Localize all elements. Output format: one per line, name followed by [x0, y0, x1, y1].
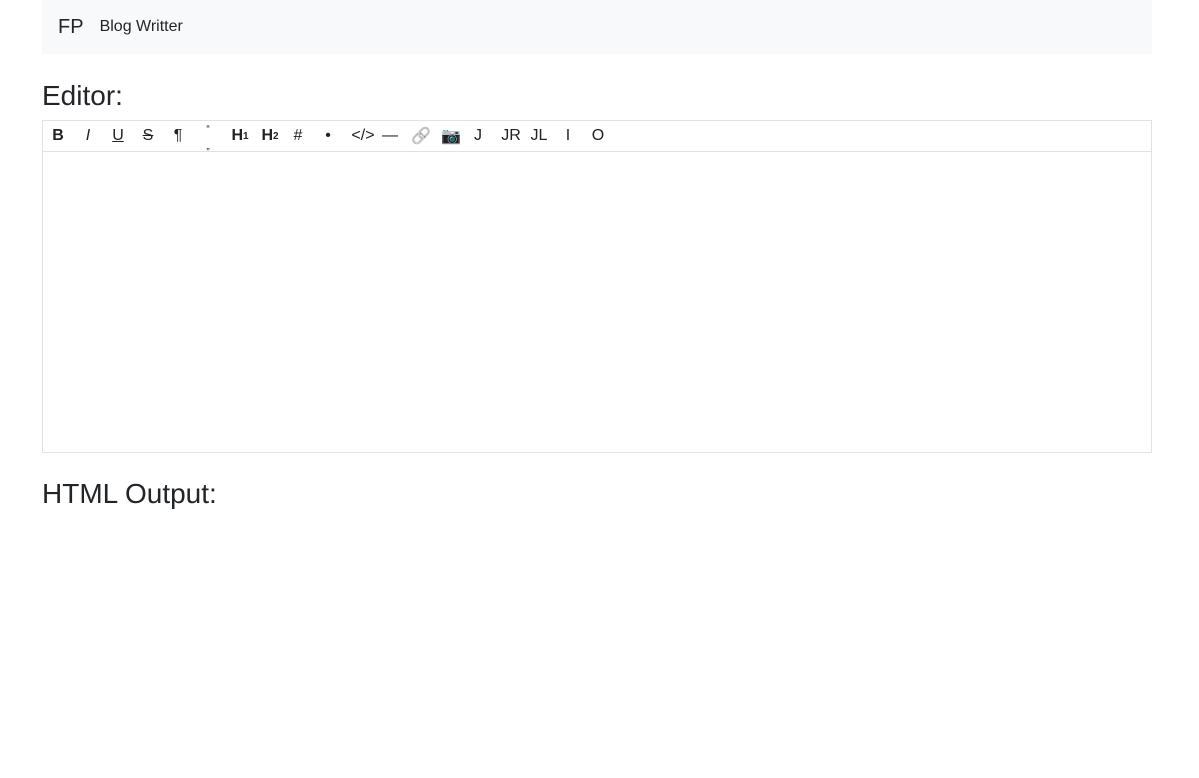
- editor-content-area[interactable]: [43, 152, 1151, 452]
- editor-heading: Editor:: [42, 80, 123, 111]
- quote-button[interactable]: “ ”: [193, 121, 223, 161]
- ordered-list-button[interactable]: #: [283, 121, 313, 151]
- bold-button[interactable]: B: [43, 121, 73, 151]
- horizontal-rule-button[interactable]: —: [375, 121, 405, 151]
- paragraph-button[interactable]: ¶: [163, 121, 193, 151]
- link-button[interactable]: 🔗: [406, 121, 436, 151]
- rich-text-editor: B I U S ¶ “ ” H1 H2 # • </> — 🔗 📷 J JR J…: [42, 120, 1152, 453]
- editor-toolbar: B I U S ¶ “ ” H1 H2 # • </> — 🔗 📷 J JR J…: [43, 121, 1151, 158]
- justify-right-button[interactable]: JR: [496, 121, 526, 151]
- heading1-sub: 1: [243, 130, 249, 142]
- heading2-label: H: [261, 127, 273, 144]
- brand-logo[interactable]: FP: [58, 16, 84, 39]
- top-navbar: FP Blog Writter: [42, 0, 1152, 54]
- camera-icon: 📷: [441, 128, 461, 145]
- heading1-label: H: [231, 127, 243, 144]
- quote-open-icon: “: [206, 124, 210, 135]
- heading1-button[interactable]: H1: [225, 121, 255, 151]
- indent-button[interactable]: I: [553, 121, 583, 151]
- heading2-button[interactable]: H2: [255, 121, 285, 151]
- html-output-heading: HTML Output:: [42, 478, 217, 509]
- heading2-sub: 2: [273, 130, 279, 142]
- image-button[interactable]: 📷: [436, 121, 466, 151]
- outdent-button[interactable]: O: [583, 121, 613, 151]
- link-icon: 🔗: [411, 128, 431, 145]
- strikethrough-button[interactable]: S: [133, 121, 163, 151]
- quote-close-icon: ”: [206, 147, 210, 158]
- justify-button[interactable]: J: [463, 121, 493, 151]
- underline-button[interactable]: U: [103, 121, 133, 151]
- nav-link-blog-writter[interactable]: Blog Writter: [100, 18, 183, 36]
- italic-button[interactable]: I: [73, 121, 103, 151]
- bullet-list-button[interactable]: •: [313, 121, 343, 151]
- justify-left-button[interactable]: JL: [524, 121, 554, 151]
